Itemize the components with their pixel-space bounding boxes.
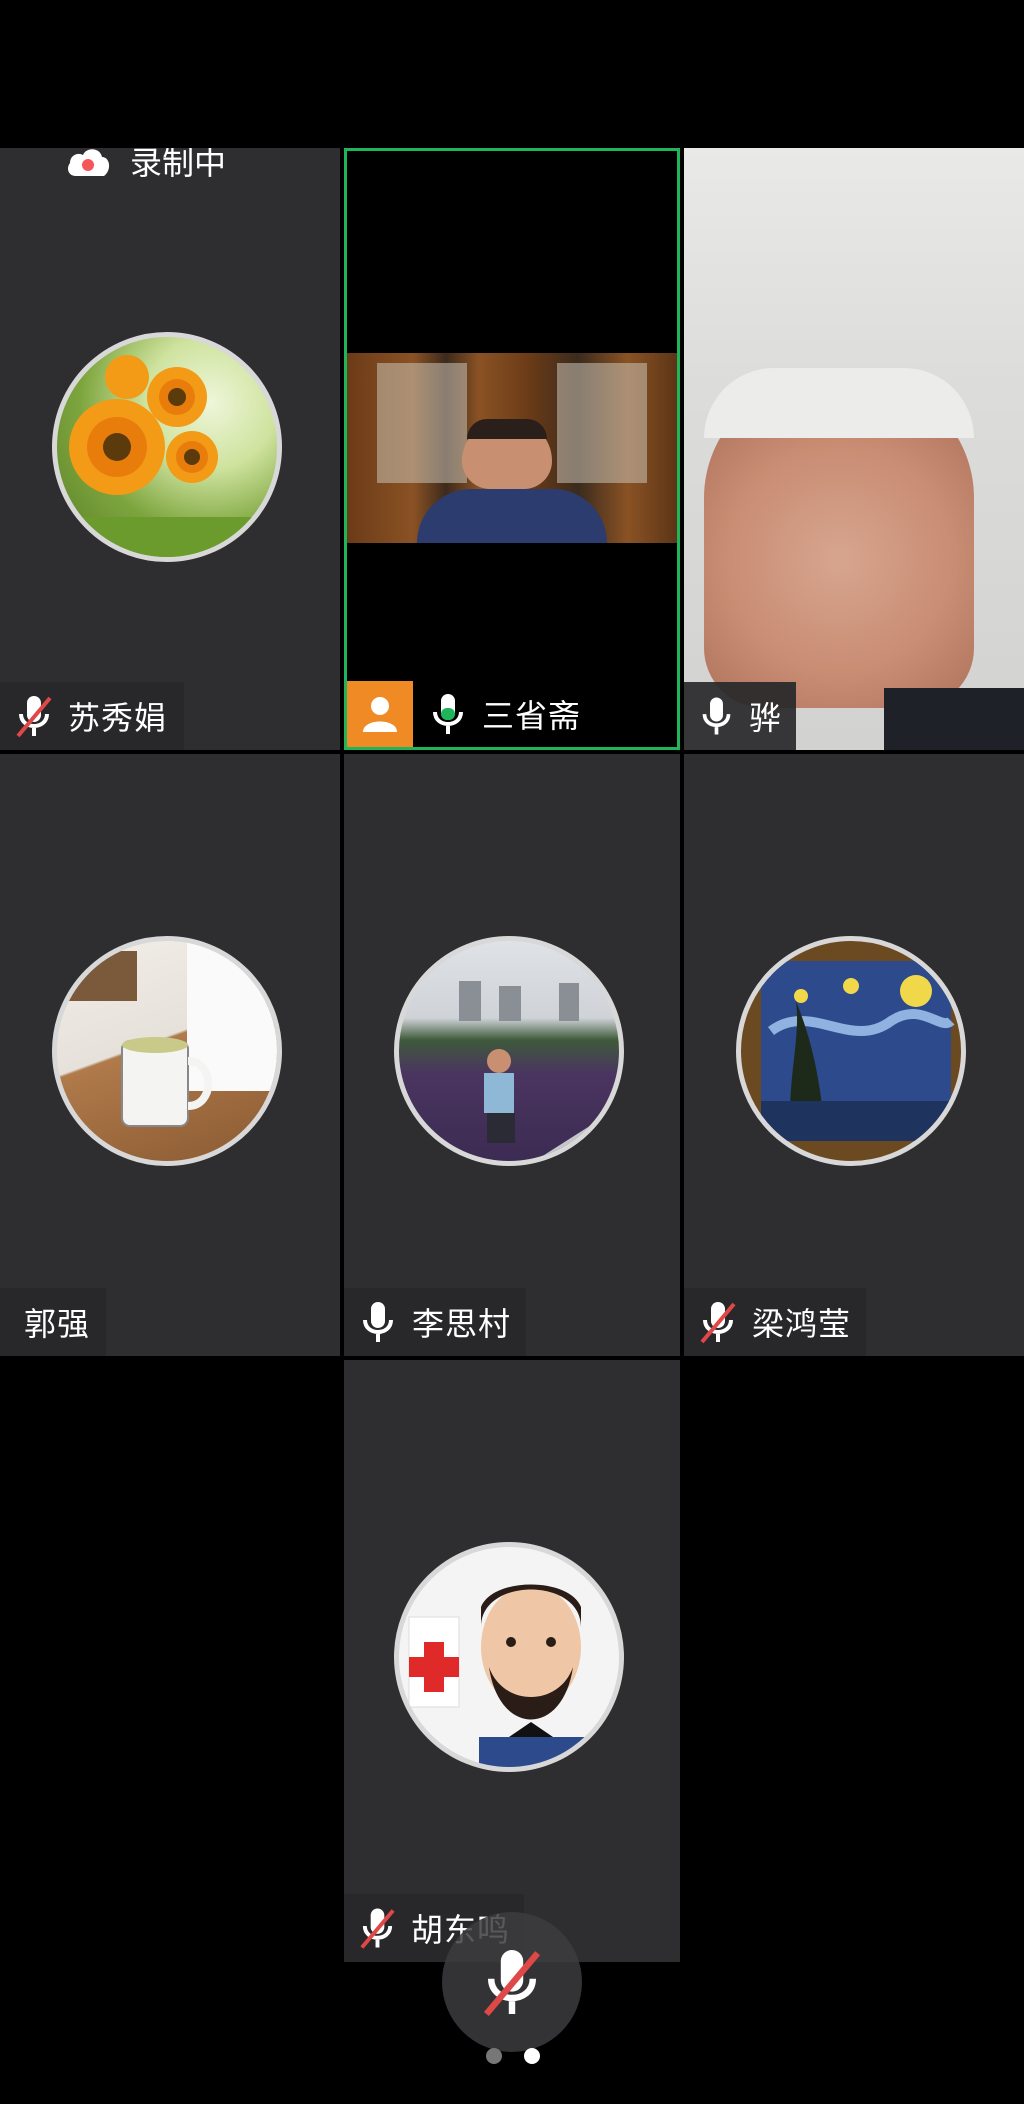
mic-muted-icon: [700, 1302, 736, 1344]
participant-tile-7[interactable]: 胡东鸣: [344, 1360, 680, 1962]
page-dot-1[interactable]: [486, 2048, 502, 2064]
person-icon: [363, 697, 397, 732]
page-indicator[interactable]: [486, 2048, 540, 2064]
participant-name: 三省斋: [482, 697, 582, 735]
participant-namebar: 郭强: [0, 1288, 106, 1356]
mic-muted-icon: [16, 696, 52, 738]
tea-cup-image: [67, 941, 277, 1127]
participant-namebar: 梁鸿莹: [684, 1288, 866, 1356]
participant-name: 骅: [748, 699, 782, 737]
participant-namebar: 骅: [684, 682, 796, 750]
participant-tile-4[interactable]: 郭强: [0, 754, 340, 1356]
recording-label: 录制中: [130, 148, 227, 182]
recording-indicator: 录制中: [64, 148, 226, 184]
participant-name: 苏秀娟: [68, 699, 168, 737]
starry-night-image: [761, 961, 955, 1141]
participant-name: 郭强: [24, 1305, 91, 1343]
participant-tile-1[interactable]: 录制中 苏秀娟: [0, 148, 340, 750]
avatar: [736, 936, 966, 1166]
avatar: [52, 332, 282, 562]
cloud-record-icon: [68, 149, 110, 176]
mic-speaking-icon: [433, 694, 463, 734]
avatar: [394, 1542, 624, 1772]
man-outdoors-image: [459, 981, 619, 1161]
mic-icon: [702, 697, 731, 735]
participant-namebar: 李思村: [344, 1288, 526, 1356]
avatar: [52, 936, 282, 1166]
mic-muted-icon: [360, 1908, 395, 1949]
participant-name: 李思村: [412, 1305, 512, 1343]
participant-tile-3[interactable]: 骅: [684, 148, 1024, 750]
avatar: [394, 936, 624, 1166]
video-feed: [347, 353, 677, 543]
sunflower-image: [57, 355, 277, 557]
participant-namebar: 苏秀娟: [0, 682, 184, 750]
host-badge: [347, 681, 413, 747]
cartoon-doctor-image: [408, 1584, 599, 1767]
participant-tile-5[interactable]: 李思村: [344, 754, 680, 1356]
participant-tile-2[interactable]: 三省斋: [344, 148, 680, 750]
mic-muted-icon: [483, 1950, 541, 2017]
page-dot-2[interactable]: [524, 2048, 540, 2064]
participant-tile-6[interactable]: 梁鸿莹: [684, 754, 1024, 1356]
mute-toggle-button[interactable]: [442, 1912, 582, 2052]
mic-icon: [363, 1302, 393, 1342]
participant-namebar: 三省斋: [414, 681, 614, 747]
participant-name: 梁鸿莹: [752, 1305, 852, 1343]
